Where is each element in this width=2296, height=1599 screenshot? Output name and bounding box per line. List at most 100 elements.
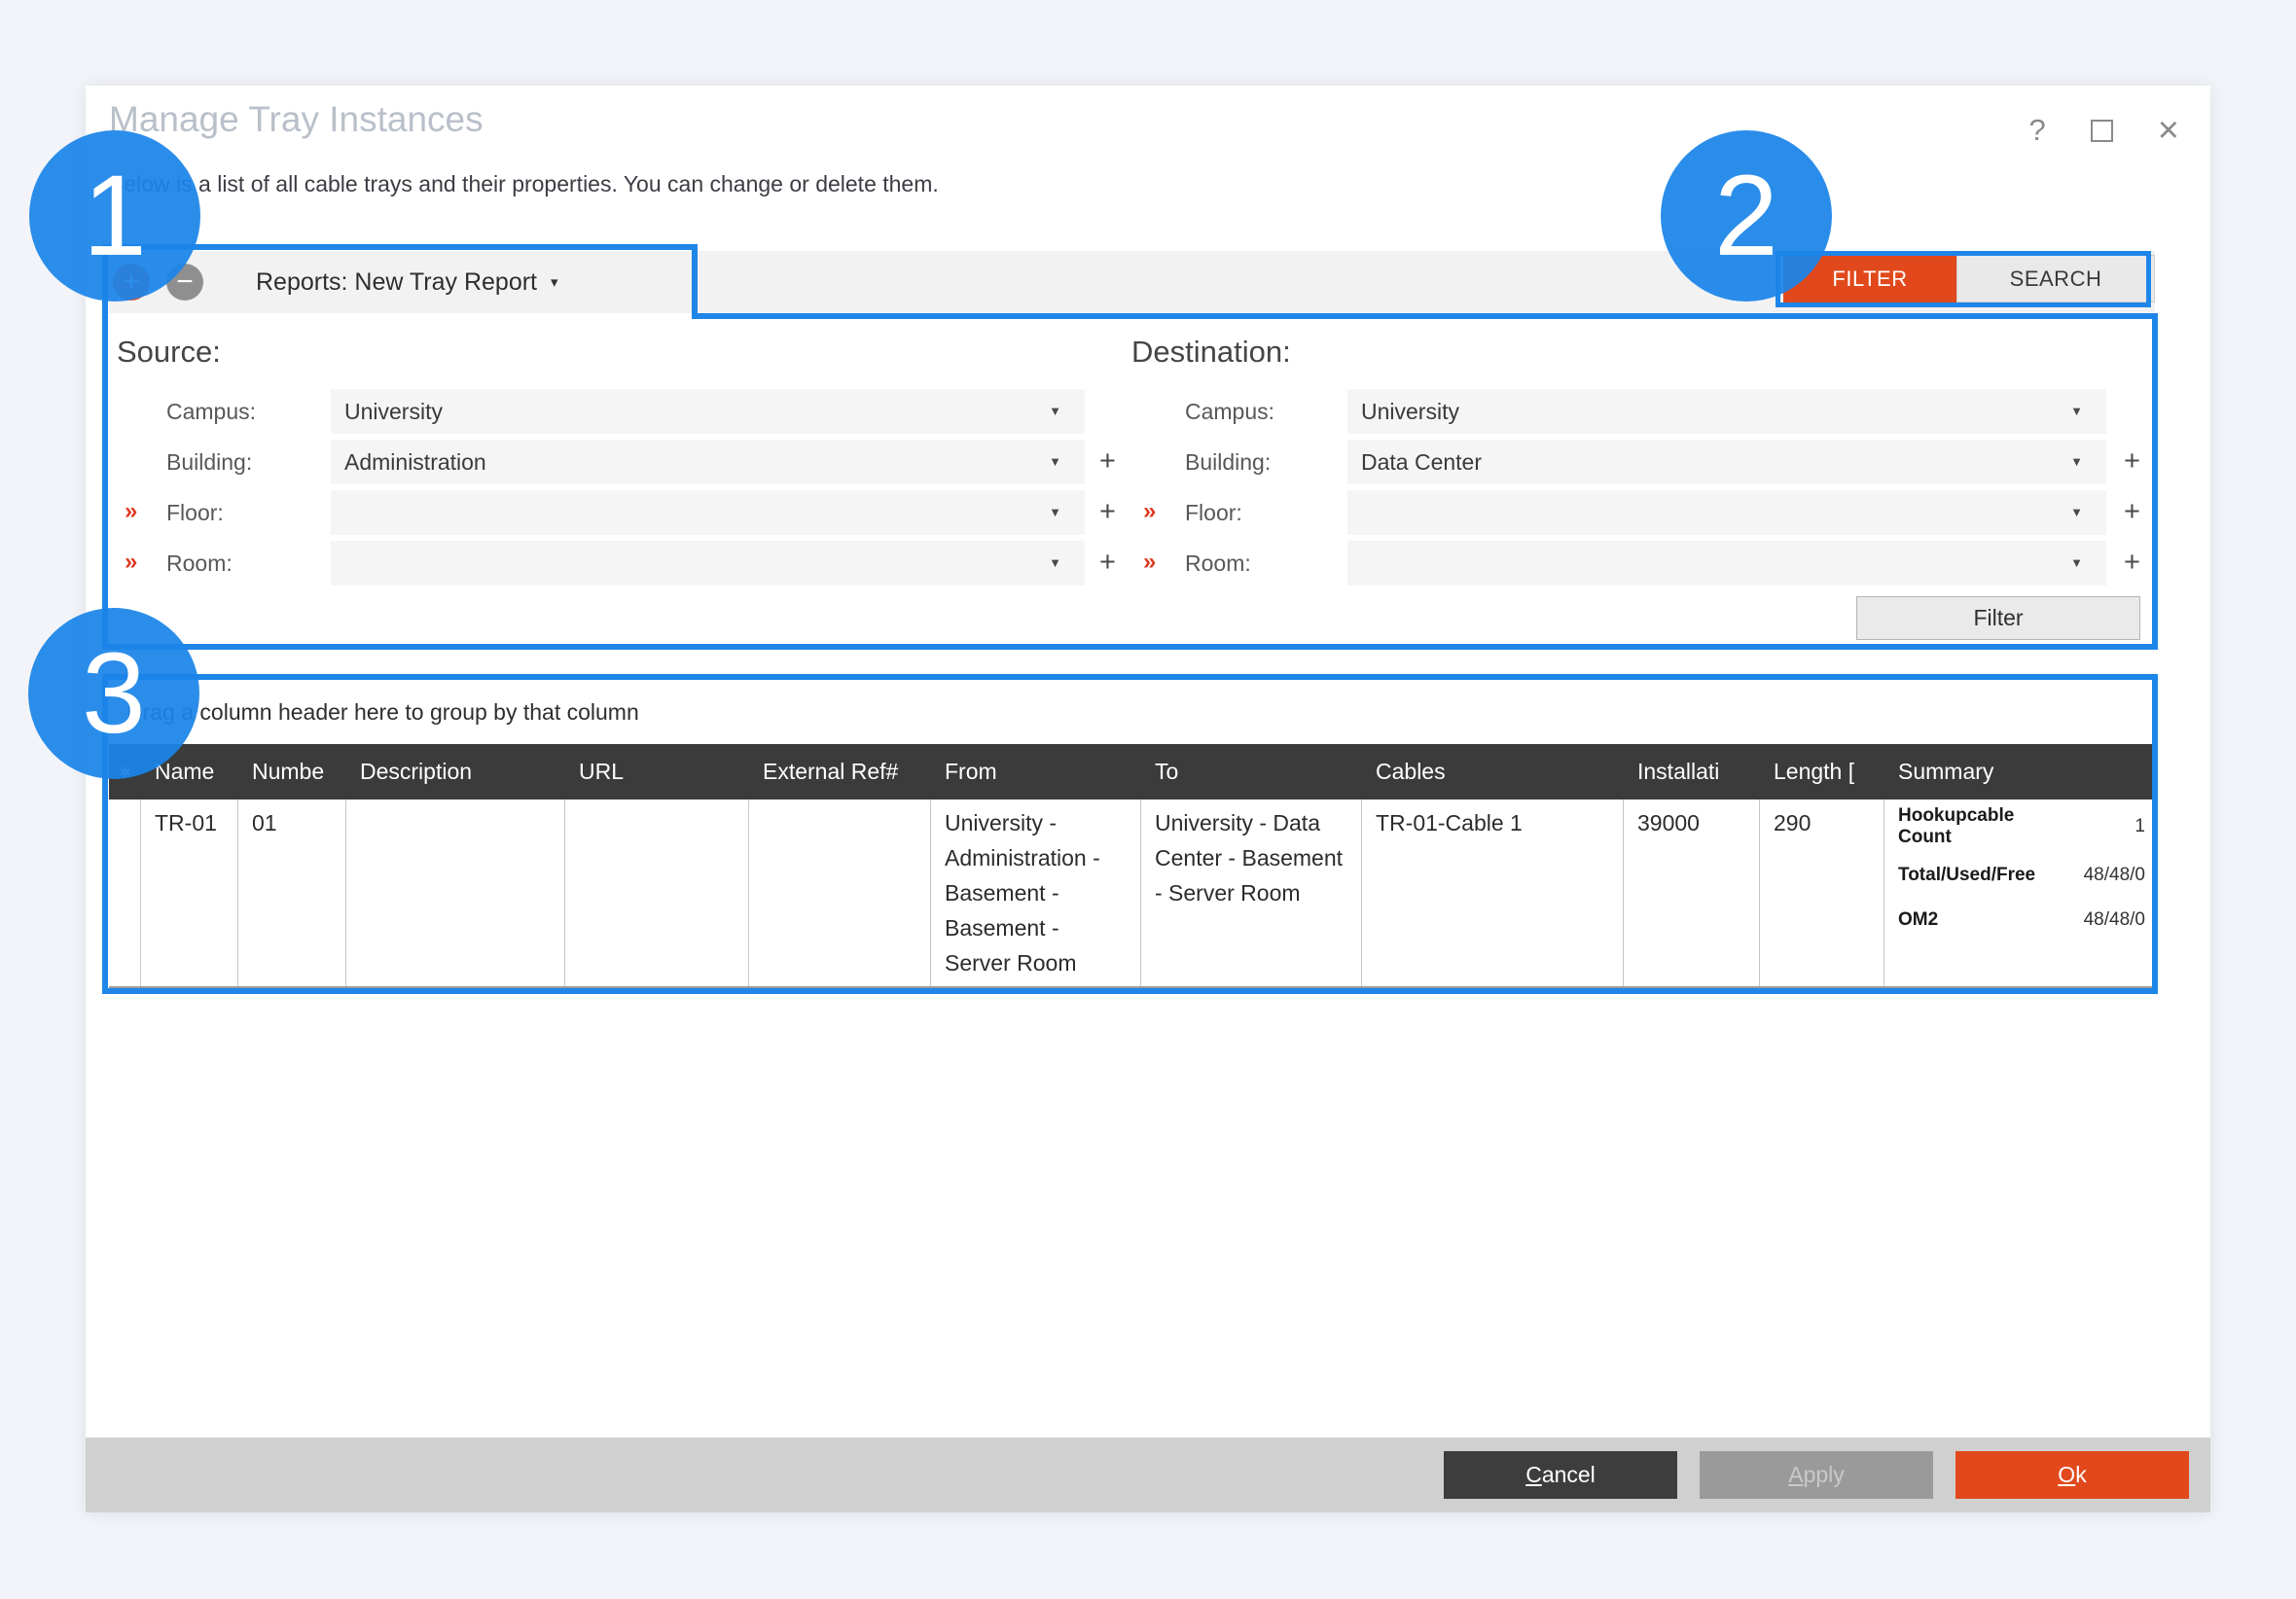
column-header-from[interactable]: From (931, 744, 1141, 800)
cell-from[interactable]: University - Administration - Basement -… (931, 800, 1141, 986)
source-building-add-button[interactable]: + (1099, 445, 1116, 478)
tray-grid: Drag a column header here to group by th… (109, 680, 2155, 988)
apply-button[interactable]: Apply (1700, 1451, 1933, 1499)
summary-item: Total/Used/Free 48/48/0 (1898, 858, 2145, 893)
required-chevron-icon: » (1143, 549, 1156, 576)
destination-campus-dropdown[interactable]: University ▼ (1347, 389, 2106, 434)
source-building-dropdown[interactable]: Administration ▼ (331, 440, 1085, 484)
row-marker-header-cell: ✱ (109, 744, 141, 800)
caret-down-icon[interactable]: ▾ (551, 273, 558, 291)
destination-building-dropdown[interactable]: Data Center ▼ (1347, 440, 2106, 484)
destination-room-label: Room: (1185, 551, 1251, 577)
required-chevron-icon: » (125, 549, 137, 576)
summary-value: 48/48/0 (2084, 903, 2145, 938)
ok-button-label: Ok (2058, 1462, 2086, 1488)
minus-icon: − (176, 267, 194, 297)
add-report-button[interactable]: + (113, 264, 150, 301)
cell-url[interactable] (565, 800, 749, 986)
summary-label: Total/Used/Free (1898, 865, 2035, 886)
dropdown-arrow-icon[interactable]: ▼ (1049, 404, 1061, 418)
column-header-length[interactable]: Length [ (1760, 744, 1884, 800)
column-header-name[interactable]: Name (141, 744, 238, 800)
destination-floor-add-button[interactable]: + (2124, 496, 2140, 528)
tab-filter[interactable]: FILTER (1783, 255, 1956, 302)
cell-cables[interactable]: TR-01-Cable 1 (1362, 800, 1624, 986)
destination-building-add-button[interactable]: + (2124, 445, 2140, 478)
destination-building-label: Building: (1185, 449, 1271, 476)
dropdown-arrow-icon[interactable]: ▼ (1049, 555, 1061, 570)
required-chevron-icon: » (1143, 498, 1156, 525)
field-row-floor: » Floor: ▼ + » Floor: ▼ + (109, 490, 2155, 535)
dropdown-arrow-icon[interactable]: ▼ (2070, 505, 2083, 519)
row-marker-cell (109, 800, 141, 986)
cell-summary[interactable]: Hookupcable Count 1 Total/Used/Free 48/4… (1884, 800, 2155, 986)
window-controls: ? × (2029, 113, 2179, 148)
summary-value: 48/48/0 (2084, 858, 2145, 893)
source-campus-dropdown[interactable]: University ▼ (331, 389, 1085, 434)
ok-button[interactable]: Ok (1955, 1451, 2189, 1499)
dropdown-arrow-icon[interactable]: ▼ (2070, 555, 2083, 570)
cell-to[interactable]: University - Data Center - Basement - Se… (1141, 800, 1362, 986)
dialog-subtitle: Below is a list of all cable trays and t… (109, 171, 939, 197)
column-header-description[interactable]: Description (346, 744, 565, 800)
field-row-building: Building: Administration ▼ + Building: D… (109, 440, 2155, 484)
column-header-summary[interactable]: Summary (1884, 744, 2155, 800)
column-header-cables[interactable]: Cables (1362, 744, 1624, 800)
grid-header-row: ✱ Name Numbe Description URL External Re… (109, 744, 2155, 800)
asterisk-icon: ✱ (119, 764, 131, 781)
source-floor-add-button[interactable]: + (1099, 496, 1116, 528)
cell-external-ref[interactable] (749, 800, 931, 986)
column-header-external-ref[interactable]: External Ref# (749, 744, 931, 800)
apply-button-label: Apply (1788, 1462, 1845, 1488)
plus-icon: + (123, 267, 140, 297)
group-by-hint[interactable]: Drag a column header here to group by th… (109, 680, 2155, 744)
cell-installation[interactable]: 39000 (1624, 800, 1760, 986)
dropdown-arrow-icon[interactable]: ▼ (1049, 454, 1061, 469)
column-header-url[interactable]: URL (565, 744, 749, 800)
table-row[interactable]: TR-01 01 University - Administration - B… (109, 800, 2155, 988)
help-icon[interactable]: ? (2029, 113, 2046, 148)
destination-floor-dropdown[interactable]: ▼ (1347, 490, 2106, 535)
cell-length[interactable]: 290 (1760, 800, 1884, 986)
destination-room-dropdown[interactable]: ▼ (1347, 541, 2106, 586)
source-heading: Source: (117, 335, 221, 370)
destination-floor-label: Floor: (1185, 500, 1242, 526)
source-room-dropdown[interactable]: ▼ (331, 541, 1085, 586)
tab-search[interactable]: SEARCH (1956, 255, 2155, 302)
destination-campus-value: University (1361, 389, 1459, 434)
source-room-add-button[interactable]: + (1099, 547, 1116, 579)
cell-name[interactable]: TR-01 (141, 800, 238, 986)
cancel-button-label: Cancel (1525, 1462, 1596, 1488)
required-chevron-icon: » (125, 498, 137, 525)
cancel-button[interactable]: Cancel (1444, 1451, 1677, 1499)
remove-report-button[interactable]: − (166, 264, 203, 301)
destination-heading: Destination: (1131, 335, 1291, 370)
filter-panel: Source: Destination: Campus: University … (109, 313, 2155, 650)
destination-building-value: Data Center (1361, 440, 1482, 484)
dropdown-arrow-icon[interactable]: ▼ (2070, 404, 2083, 418)
filter-apply-button[interactable]: Filter (1856, 596, 2140, 640)
maximize-icon[interactable] (2091, 120, 2113, 142)
column-header-installation[interactable]: Installati (1624, 744, 1760, 800)
report-selector[interactable]: Reports: New Tray Report (256, 268, 537, 297)
source-building-value: Administration (344, 440, 486, 484)
manage-tray-instances-dialog: Manage Tray Instances ? × Below is a lis… (86, 86, 2210, 1512)
summary-item: OM2 48/48/0 (1898, 903, 2145, 938)
summary-label: OM2 (1898, 909, 1938, 931)
destination-room-add-button[interactable]: + (2124, 547, 2140, 579)
cell-description[interactable] (346, 800, 565, 986)
destination-campus-label: Campus: (1185, 399, 1274, 425)
source-floor-dropdown[interactable]: ▼ (331, 490, 1085, 535)
summary-item: Hookupcable Count 1 (1898, 805, 2145, 848)
field-row-room: » Room: ▼ + » Room: ▼ + (109, 541, 2155, 586)
dropdown-arrow-icon[interactable]: ▼ (2070, 454, 2083, 469)
dialog-footer: Cancel Apply Ok (86, 1438, 2210, 1512)
source-campus-label: Campus: (166, 399, 256, 425)
dropdown-arrow-icon[interactable]: ▼ (1049, 505, 1061, 519)
column-header-to[interactable]: To (1141, 744, 1362, 800)
close-icon[interactable]: × (2158, 116, 2179, 145)
cell-number[interactable]: 01 (238, 800, 346, 986)
column-header-number[interactable]: Numbe (238, 744, 346, 800)
summary-label: Hookupcable Count (1898, 805, 2054, 848)
source-room-label: Room: (166, 551, 233, 577)
